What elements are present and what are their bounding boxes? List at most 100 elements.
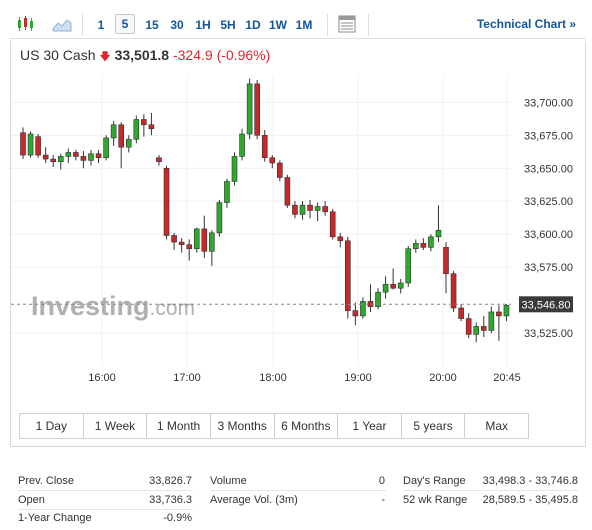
technical-chart-link[interactable]: Technical Chart »: [477, 17, 576, 31]
candle[interactable]: [42, 147, 49, 163]
range-5-years[interactable]: 5 years: [402, 414, 466, 438]
candle[interactable]: [420, 238, 427, 250]
candle[interactable]: [118, 122, 124, 169]
candle[interactable]: [299, 201, 306, 220]
candle[interactable]: [148, 112, 155, 136]
days-range-value: 33,498.3 - 33,746.8: [482, 475, 578, 487]
interval-5[interactable]: 5: [115, 14, 135, 34]
candle[interactable]: [277, 160, 283, 182]
candle[interactable]: [193, 227, 200, 253]
candle[interactable]: [20, 127, 26, 160]
candle[interactable]: [450, 271, 457, 312]
candle[interactable]: [35, 134, 41, 158]
interval-5h[interactable]: 5H: [218, 16, 238, 34]
candle[interactable]: [209, 230, 215, 266]
x-tick-label: 19:00: [344, 372, 372, 384]
range-1-week[interactable]: 1 Week: [84, 414, 148, 438]
candle[interactable]: [103, 135, 109, 161]
interval-1m[interactable]: 1M: [293, 16, 315, 34]
candle[interactable]: [239, 128, 245, 161]
interval-1w[interactable]: 1W: [267, 16, 289, 34]
candle[interactable]: [201, 215, 208, 258]
candle[interactable]: [360, 297, 366, 319]
candle[interactable]: [171, 232, 177, 250]
year-change-label: 1-Year Change: [18, 512, 92, 524]
candle[interactable]: [465, 313, 472, 339]
candle[interactable]: [141, 114, 147, 137]
candle[interactable]: [488, 306, 495, 334]
candle[interactable]: [231, 152, 238, 186]
range-3-months[interactable]: 3 Months: [211, 414, 275, 438]
table-view-icon[interactable]: [338, 15, 356, 38]
candle[interactable]: [443, 242, 449, 294]
candle[interactable]: [156, 155, 162, 166]
interval-15[interactable]: 15: [142, 16, 162, 34]
candle[interactable]: [88, 149, 94, 166]
range-1-day[interactable]: 1 Day: [20, 414, 84, 438]
price-chart[interactable]: Investing.com 33,525.00 33,575.00 33,600.0…: [11, 76, 583, 386]
candle[interactable]: [73, 149, 79, 161]
candle[interactable]: [367, 284, 374, 312]
candle[interactable]: [503, 304, 510, 322]
candle[interactable]: [496, 305, 502, 341]
candle[interactable]: [375, 288, 381, 310]
candle[interactable]: [57, 153, 64, 170]
volume-value: 0: [378, 475, 385, 487]
candlestick-icon[interactable]: [16, 15, 36, 38]
candle[interactable]: [480, 315, 487, 337]
candle[interactable]: [435, 205, 442, 243]
candle[interactable]: [163, 165, 170, 240]
candle[interactable]: [322, 201, 328, 216]
open-label: Open: [18, 494, 45, 506]
candle[interactable]: [473, 322, 480, 343]
candle[interactable]: [390, 268, 396, 290]
candle[interactable]: [405, 246, 412, 287]
prev-close-label: Prev. Close: [18, 475, 75, 487]
candle[interactable]: [80, 151, 87, 169]
candle[interactable]: [337, 232, 344, 248]
candle[interactable]: [382, 276, 389, 299]
candle[interactable]: [178, 238, 185, 253]
candle[interactable]: [27, 131, 34, 158]
candle[interactable]: [216, 199, 223, 237]
range-1-month[interactable]: 1 Month: [147, 414, 211, 438]
x-tick-label: 16:00: [88, 372, 116, 384]
y-tick-label: 33,700.00: [524, 97, 573, 109]
candle[interactable]: [284, 174, 291, 208]
current-price-label: 33,546.80: [522, 299, 571, 311]
candle[interactable]: [292, 201, 298, 219]
range-6-months[interactable]: 6 Months: [275, 414, 339, 438]
candle[interactable]: [110, 120, 117, 146]
year-change-value: -0.9%: [163, 512, 192, 524]
candle[interactable]: [95, 149, 102, 163]
interval-1d[interactable]: 1D: [243, 16, 263, 34]
candle[interactable]: [458, 304, 464, 322]
interval-1h[interactable]: 1H: [193, 16, 213, 34]
candle[interactable]: [65, 148, 72, 164]
candle[interactable]: [428, 234, 434, 252]
candle[interactable]: [224, 178, 230, 208]
candle[interactable]: [254, 79, 260, 140]
prev-close-value: 33,826.7: [149, 475, 192, 487]
x-tick-label: 18:00: [259, 372, 287, 384]
candle[interactable]: [246, 78, 253, 140]
candle[interactable]: [133, 115, 140, 144]
interval-1[interactable]: 1: [94, 16, 108, 34]
candle[interactable]: [345, 236, 351, 319]
area-chart-icon[interactable]: [52, 16, 72, 37]
range-1-year[interactable]: 1 Year: [338, 414, 402, 438]
interval-30[interactable]: 30: [167, 16, 187, 34]
candle[interactable]: [352, 302, 359, 326]
52wk-range-label: 52 wk Range: [403, 494, 468, 506]
candle[interactable]: [307, 199, 313, 219]
candle[interactable]: [397, 279, 404, 294]
candle[interactable]: [261, 130, 268, 162]
candle[interactable]: [269, 155, 276, 169]
candle[interactable]: [329, 209, 336, 240]
candle[interactable]: [50, 155, 57, 167]
candle[interactable]: [412, 239, 419, 253]
range-max[interactable]: Max: [465, 414, 528, 438]
candle[interactable]: [314, 202, 321, 221]
y-tick-label: 33,650.00: [524, 163, 573, 175]
candle[interactable]: [125, 135, 132, 153]
